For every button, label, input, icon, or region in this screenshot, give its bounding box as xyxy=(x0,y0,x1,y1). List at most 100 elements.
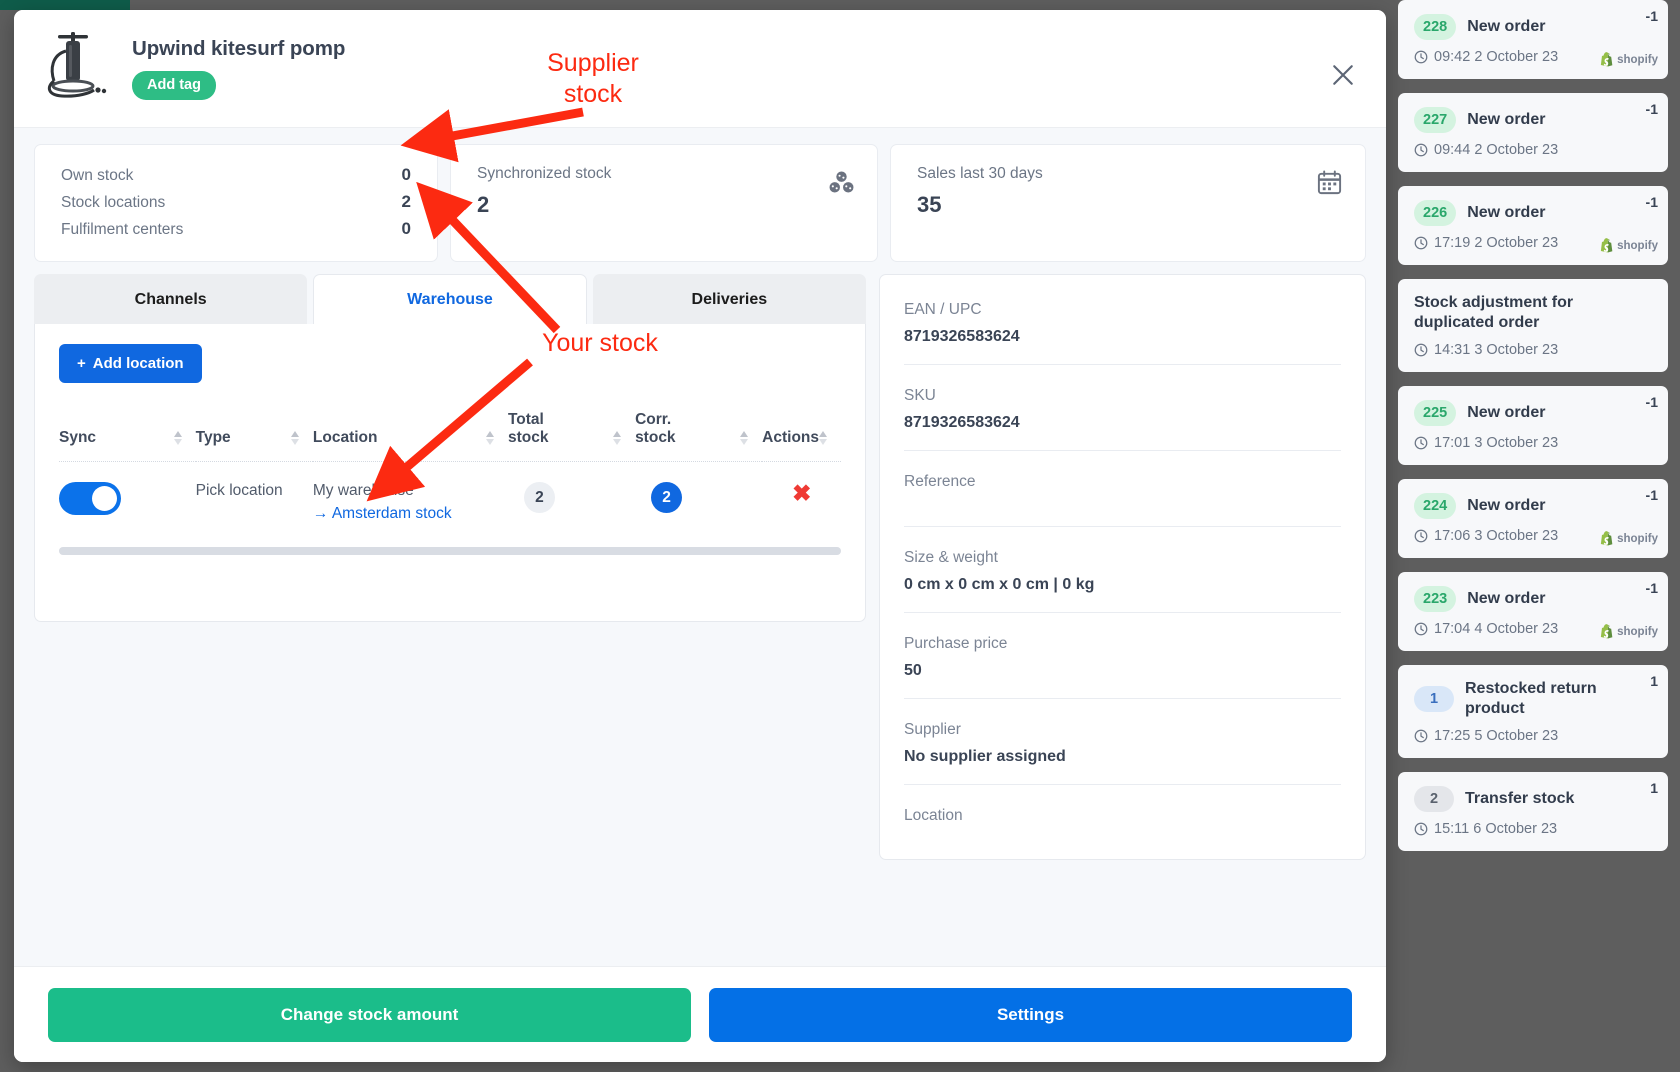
field-value xyxy=(904,834,1341,842)
clock-icon xyxy=(1414,529,1428,543)
warehouse-locations-table: Sync Type Location Total stock Corr. sto… xyxy=(59,411,841,523)
column-label: Total stock xyxy=(507,411,549,446)
stat-value: 0 xyxy=(401,165,411,184)
column-label: Actions xyxy=(762,429,819,446)
total-stock-pill: 2 xyxy=(523,482,555,513)
close-icon[interactable] xyxy=(1328,60,1358,90)
activity-feed-sidebar[interactable]: 228 New order 09:42 2 October 23 -1 shopify 2… xyxy=(1386,0,1680,1072)
card-value: 2 xyxy=(477,192,490,217)
add-location-button[interactable]: + Add location xyxy=(59,344,202,383)
arrow-right-icon: → xyxy=(312,505,329,522)
field-supplier: Supplier No supplier assigned xyxy=(904,699,1341,785)
tab-channels[interactable]: Channels xyxy=(34,274,308,324)
column-header-total-stock[interactable]: Total stock xyxy=(508,411,635,462)
shopify-glyph-icon xyxy=(1600,52,1614,67)
activity-card[interactable]: 223 New order 17:04 4 October 23 -1 shopify xyxy=(1398,572,1668,651)
activity-card[interactable]: 226 New order 17:19 2 October 23 -1 shopify xyxy=(1398,186,1668,265)
column-header-actions[interactable]: Actions xyxy=(762,411,841,462)
header-text-block: Upwind kitesurf pomp Add tag xyxy=(132,37,345,100)
screen-root: Upwind kitesurf pomp Add tag Own stock 0… xyxy=(0,0,1680,1072)
activity-stock-delta: -1 xyxy=(1645,8,1658,24)
activity-card-header: 228 New order xyxy=(1414,14,1654,40)
activity-title: New order xyxy=(1467,404,1546,421)
field-sku: SKU 8719326583624 xyxy=(904,365,1341,451)
sort-icon[interactable] xyxy=(740,431,749,445)
activity-timestamp-row: 14:31 3 October 23 xyxy=(1414,342,1654,358)
own-stock-card: Own stock 0 Stock locations 2 Fulfilment… xyxy=(34,144,438,262)
remove-x-icon[interactable]: ✖ xyxy=(792,480,811,506)
column-header-sync[interactable]: Sync xyxy=(59,411,196,462)
activity-card[interactable]: 227 New order 09:44 2 October 23 -1 xyxy=(1398,93,1668,172)
activity-card[interactable]: 228 New order 09:42 2 October 23 -1 shopify xyxy=(1398,0,1668,79)
table-horizontal-scrollbar[interactable] xyxy=(59,547,841,555)
activity-title: Restocked return product xyxy=(1465,680,1597,717)
location-link-label: Amsterdam stock xyxy=(331,505,452,522)
activity-card[interactable]: 1 Restocked return product 17:25 5 October… xyxy=(1398,665,1668,758)
stat-row-stock-locations: Stock locations 2 xyxy=(61,192,411,212)
clock-icon xyxy=(1414,622,1428,636)
sort-icon[interactable] xyxy=(290,431,299,445)
field-value xyxy=(904,500,1341,508)
sort-icon[interactable] xyxy=(173,431,182,445)
column-header-type[interactable]: Type xyxy=(196,411,313,462)
activity-stock-delta: -1 xyxy=(1645,194,1658,210)
activity-title: New order xyxy=(1467,18,1546,35)
field-ean-upc: EAN / UPC 8719326583624 xyxy=(904,279,1341,365)
field-label: SKU xyxy=(904,387,936,404)
sort-icon[interactable] xyxy=(613,431,622,445)
activity-card-header: 225 New order xyxy=(1414,400,1654,426)
synchronized-stock-card: Synchronized stock 2 xyxy=(450,144,878,262)
activity-order-badge: 1 xyxy=(1414,686,1454,712)
activity-card-header: 1 Restocked return product xyxy=(1414,679,1654,719)
field-value: No supplier assigned xyxy=(904,748,1066,765)
activity-card[interactable]: 224 New order 17:06 3 October 23 -1 shopify xyxy=(1398,479,1668,558)
card-value: 35 xyxy=(917,192,942,217)
activity-card[interactable]: 225 New order 17:01 3 October 23 -1 xyxy=(1398,386,1668,465)
modal-body: Own stock 0 Stock locations 2 Fulfilment… xyxy=(14,128,1386,966)
sort-icon[interactable] xyxy=(819,431,827,445)
card-title: Sales last 30 days xyxy=(917,165,1043,182)
activity-timestamp-row: 09:44 2 October 23 xyxy=(1414,142,1654,158)
shopify-source-icon: shopify xyxy=(1600,531,1658,546)
activity-card-header: 227 New order xyxy=(1414,107,1654,133)
clock-icon xyxy=(1414,729,1428,743)
activity-stock-delta: -1 xyxy=(1645,101,1658,117)
clock-icon xyxy=(1414,822,1428,836)
add-tag-button[interactable]: Add tag xyxy=(132,71,216,100)
activity-title: New order xyxy=(1467,497,1546,514)
activity-card[interactable]: Stock adjustment for duplicated order 14:… xyxy=(1398,279,1668,372)
change-stock-amount-button[interactable]: Change stock amount xyxy=(48,987,691,1042)
tab-deliveries[interactable]: Deliveries xyxy=(592,274,866,324)
corr-stock-pill: 2 xyxy=(651,482,683,513)
shopify-glyph-icon xyxy=(1600,238,1614,253)
tab-warehouse[interactable]: Warehouse xyxy=(313,274,587,324)
activity-title: Stock adjustment for duplicated order xyxy=(1414,294,1574,331)
field-purchase-price: Purchase price 50 xyxy=(904,613,1341,699)
cell-actions: ✖ xyxy=(762,462,841,524)
sort-icon[interactable] xyxy=(485,431,494,445)
settings-button[interactable]: Settings xyxy=(709,987,1352,1042)
sync-toggle[interactable] xyxy=(59,482,121,515)
activity-timestamp: 15:11 6 October 23 xyxy=(1434,821,1558,837)
column-header-corr-stock[interactable]: Corr. stock xyxy=(635,411,762,462)
activity-timestamp: 17:19 2 October 23 xyxy=(1434,235,1559,251)
activity-order-badge: 225 xyxy=(1414,400,1457,426)
activity-card-header: 2 Transfer stock xyxy=(1414,786,1654,812)
stat-label: Fulfilment centers xyxy=(61,221,184,238)
stats-row: Own stock 0 Stock locations 2 Fulfilment… xyxy=(34,144,1366,262)
column-label: Sync xyxy=(59,429,97,446)
field-label: Purchase price xyxy=(904,635,1008,652)
activity-stock-delta: -1 xyxy=(1645,580,1658,596)
activity-timestamp-row: 15:11 6 October 23 xyxy=(1414,821,1654,837)
activity-card[interactable]: 2 Transfer stock 15:11 6 October 23 1 xyxy=(1398,772,1668,851)
column-header-location[interactable]: Location xyxy=(313,411,508,462)
shopify-label: shopify xyxy=(1617,239,1658,252)
card-title: Synchronized stock xyxy=(477,165,612,182)
activity-timestamp-row: 17:01 3 October 23 xyxy=(1414,435,1654,451)
activity-order-badge: 223 xyxy=(1414,586,1457,612)
add-location-label: Add location xyxy=(92,355,184,372)
cell-total-stock: 2 xyxy=(508,462,635,524)
activity-title: New order xyxy=(1467,590,1546,607)
location-link[interactable]: → Amsterdam stock xyxy=(313,505,508,523)
activity-order-badge: 228 xyxy=(1414,14,1457,40)
